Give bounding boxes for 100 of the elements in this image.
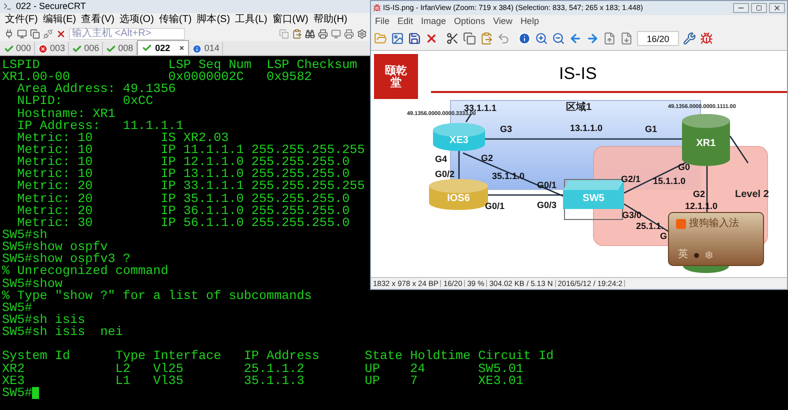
tab-close[interactable]: × [179,44,184,52]
terminal-line: LSPID LSP Seq Num LSP Checksum [2,59,358,72]
menu-item[interactable]: 查看(V) [80,15,116,25]
node-label: XR1 [696,139,716,149]
menu-item[interactable]: View [493,16,512,26]
zoom-out-icon[interactable] [552,32,565,45]
terminal-line: Metric: 20 IP 35.1.1.0 255.255.255.0 [16,192,350,205]
menu-item[interactable]: 脚本(S) [196,15,232,25]
paste-icon[interactable] [480,32,493,45]
node-label: SW5 [582,194,604,204]
menu-item[interactable]: 文件(F) [4,15,39,25]
close-icon[interactable] [56,29,66,39]
info-icon[interactable] [518,32,531,45]
logo-text: 颐乾堂 [384,64,408,88]
diagram-label: G2 [481,154,494,163]
diagram-label: G1 [645,125,658,134]
arrow-right-icon[interactable] [586,32,599,45]
menu-item[interactable]: Image [421,16,446,26]
menu-item[interactable]: 选项(O) [118,15,155,25]
link-line [729,136,749,164]
diagram-label: G2/1 [621,175,641,184]
terminal-line: SW5#sh [2,228,48,242]
diagram-label: G0/3 [537,201,557,210]
menu-item[interactable]: File [375,16,390,26]
link-line [706,166,708,213]
terminal-line: Metric: 10 IP 13.1.1.0 255.255.255.0 [16,168,350,180]
terminal-line: SW5# [2,386,32,399]
terminal-line: SW5# [2,302,32,314]
minimize-icon[interactable] [733,3,749,13]
menu-item[interactable]: 帮助(H) [312,15,348,25]
tab-label: 008 [118,44,134,53]
menu-item[interactable]: 工具(L) [234,15,268,25]
slide-title: IS-IS [559,65,597,82]
ime-logo-icon [676,219,686,229]
terminal-line: XR2 L2 Vl25 25.1.1.2 UP 24 SW5.01 [2,362,524,375]
bug-icon[interactable] [700,32,713,45]
terminal-line: Metric: 30 IP 56.1.1.0 255.255.255.0 [17,216,350,229]
bug-icon [373,4,381,12]
monitor-icon[interactable] [331,29,341,39]
delete-icon[interactable] [425,32,438,45]
diagram-label: G0/1 [537,181,557,190]
session-tab[interactable]: 000 [1,42,36,55]
menu-item[interactable]: Options [454,16,486,26]
session-tab[interactable]: 006 [69,42,104,55]
session-tab[interactable]: 022 × [137,40,190,55]
terminal-line: SW5#show [2,278,62,290]
save-icon[interactable] [408,32,421,45]
session-tab[interactable]: 014 [189,42,224,55]
copy-icon[interactable] [30,29,40,39]
terminal-line: Metric: 10 IP 12.1.1.0 255.255.255.0 [16,156,350,168]
arrow-left-icon[interactable] [569,32,582,45]
maximize-icon[interactable] [751,3,767,13]
tab-label: 022 [155,44,170,52]
terminal-line: Metric: 20 IP 33.1.1.1 255.255.255.255 [16,180,365,193]
menu-item[interactable]: 编辑(E) [42,15,78,25]
tab-label: 014 [204,44,220,53]
printer-icon[interactable] [344,29,354,39]
terminal-line: Metric: 20 IP 36.1.1.0 255.255.255.0 [16,204,350,217]
diagram-label: G0/2 [435,170,455,179]
terminal-line: SW5#show ospfv [2,241,108,254]
diagram-label: G0/1 [485,202,505,211]
close-icon[interactable] [769,3,785,13]
terminal-line: IP Address: 11.1.1.1 [16,120,184,132]
terminal-line: % Unrecognized command [2,265,168,278]
zoom-in-icon[interactable] [535,32,548,45]
terminal-line: Metric: 10 IS XR2.03 [16,132,229,144]
session-tab[interactable]: 003 [35,42,70,55]
image-icon[interactable] [391,32,404,45]
unplug-icon[interactable] [43,29,53,39]
diagram-label: G4 [435,155,448,164]
check-icon [142,43,152,53]
terminal-line: System Id Type Interface IP Address State Holdtime Circuit Id [2,350,554,363]
menu-item[interactable]: 窗口(W) [271,15,310,25]
check-icon [72,44,82,54]
menu-item[interactable]: 传输(T) [158,15,193,25]
menu-item[interactable]: Help [520,16,539,26]
page-up-icon[interactable] [603,32,616,45]
settings-icon[interactable] [357,29,367,39]
diagram-label: G2 [693,190,706,199]
node-label: XE3 [450,136,468,146]
copy-icon[interactable] [463,32,476,45]
terminal-line: SW5#show ospfv3 ? [2,253,130,266]
find-icon[interactable] [305,29,315,39]
monitor-icon[interactable] [17,29,27,39]
terminal-line: SW5#sh isis nei [2,326,123,338]
terminal-line: XR1.00-00 0x0000002C 0x9582 [2,71,312,84]
paste-icon[interactable] [292,29,302,39]
page-field[interactable]: 16/20 [637,31,679,46]
terminal-line: Hostname: XR1 [16,108,116,120]
scissors-icon[interactable] [446,32,459,45]
printer-icon[interactable] [318,29,328,39]
menu-item[interactable]: Edit [398,16,414,26]
wrench-icon[interactable] [683,32,696,45]
plug-icon[interactable] [4,29,14,39]
tab-label: 003 [50,44,66,53]
diagram-label: 15.1.1.0 [653,177,686,186]
page-down-icon[interactable] [620,32,633,45]
diagram-label: 13.1.1.0 [570,124,603,133]
link-line [458,151,460,179]
ime-title: 搜狗输入法 [689,219,739,229]
